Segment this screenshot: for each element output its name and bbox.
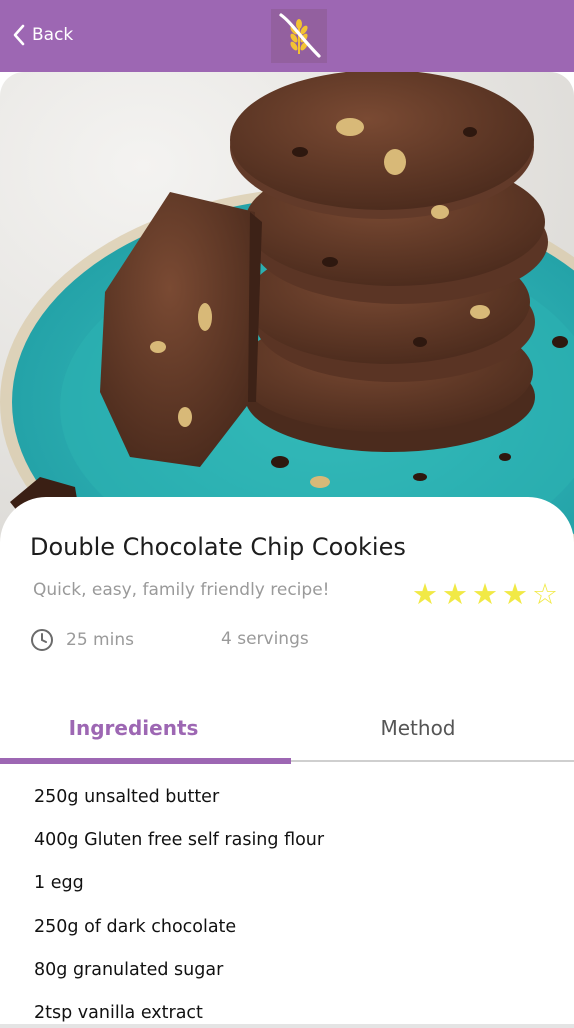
ingredient-item: 250g unsalted butter <box>34 787 220 807</box>
servings: 4 servings <box>221 629 309 649</box>
ingredient-item: 400g Gluten free self rasing flour <box>34 830 325 851</box>
star-filled-icon: ★ <box>412 577 438 611</box>
recipe-screen: Back Double Chocolate Chip Cookies Quick… <box>0 0 574 1028</box>
rating-stars: ★ ★ ★ ★ ☆ <box>410 577 560 611</box>
ingredients-list: 250g unsalted butter 400g Gluten free se… <box>34 782 324 1028</box>
ingredient-item: 80g granulated sugar <box>34 959 224 980</box>
chevron-left-icon <box>13 24 25 46</box>
recipe-subtitle: Quick, easy, family friendly recipe! <box>33 580 330 600</box>
tab-ingredients[interactable]: Ingredients <box>0 708 267 748</box>
gluten-free-logo <box>271 9 327 63</box>
ingredient-item: 1 egg <box>34 873 84 894</box>
star-filled-icon: ★ <box>472 577 498 611</box>
star-filled-icon: ★ <box>442 577 468 611</box>
tab-method[interactable]: Method <box>287 708 549 748</box>
top-navigation-bar: Back <box>0 0 574 72</box>
star-empty-icon: ☆ <box>532 577 558 611</box>
back-label: Back <box>32 25 74 45</box>
recipe-title: Double Chocolate Chip Cookies <box>30 533 406 561</box>
back-button[interactable]: Back <box>12 18 73 52</box>
tab-active-indicator <box>0 758 291 764</box>
cook-time: 25 mins <box>30 628 134 652</box>
double-chocolate-cookie-stack-photo <box>0 72 574 542</box>
recipe-hero-image <box>0 72 574 542</box>
ingredient-item: 250g of dark chocolate <box>34 916 237 937</box>
cook-time-value: 25 mins <box>66 630 134 650</box>
gluten-free-wheat-icon <box>279 13 321 58</box>
bottom-edge <box>0 1024 574 1028</box>
clock-icon <box>31 629 53 651</box>
star-filled-icon: ★ <box>502 577 528 611</box>
